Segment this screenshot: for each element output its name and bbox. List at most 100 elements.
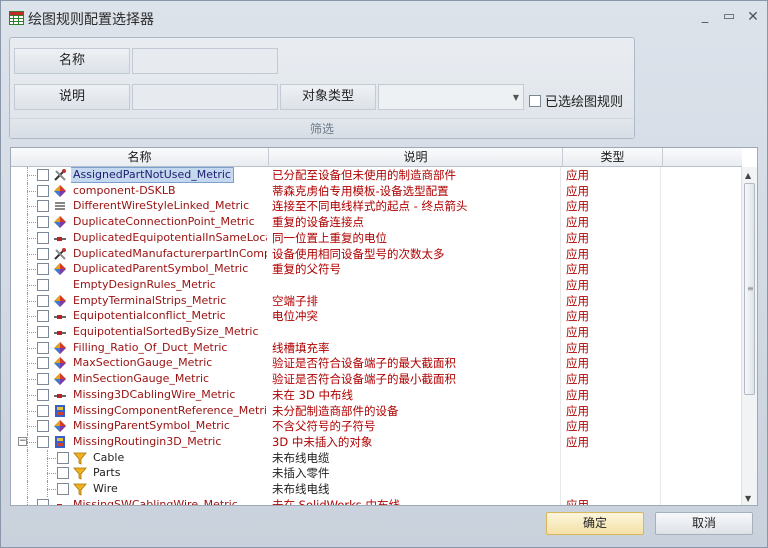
rule-description: 已分配至设备但未使用的制造商部件 xyxy=(269,167,561,183)
table-row[interactable]: MissingComponentReference_Metric 未分配制造商部件… xyxy=(11,402,742,419)
rule-description: 未分配制造商部件的设备 xyxy=(269,402,561,419)
rule-name: MinSectionGauge_Metric xyxy=(73,372,210,386)
close-button[interactable]: ✕ xyxy=(743,7,763,27)
collapse-icon[interactable]: − xyxy=(18,436,27,446)
rule-type: 应用 xyxy=(563,167,661,183)
table-row[interactable]: Filling_Ratio_Of_Duct_Metric 线槽填充率 应用 xyxy=(11,339,742,356)
selected-only-checkbox[interactable] xyxy=(529,94,541,107)
row-checkbox[interactable] xyxy=(37,404,49,417)
tree-child-row[interactable]: Wire 未布线电线 xyxy=(11,481,742,497)
rule-type: 应用 xyxy=(563,308,661,325)
row-checkbox[interactable] xyxy=(37,231,49,244)
table-row[interactable]: EmptyDesignRules_Metric 应用 xyxy=(11,276,742,293)
row-checkbox[interactable] xyxy=(57,467,69,480)
rule-name: Parts xyxy=(93,466,121,480)
row-checkbox[interactable] xyxy=(37,310,49,323)
table-row[interactable]: DuplicatedManufacturerpartInCompon...设备使… xyxy=(11,245,742,262)
column-header-name[interactable]: 名称 xyxy=(11,148,269,167)
row-checkbox[interactable] xyxy=(37,184,49,197)
rule-name: Missing3DCablingWire_Metric xyxy=(73,387,236,401)
row-checkbox[interactable] xyxy=(37,278,49,291)
grid-app-icon xyxy=(9,11,24,25)
table-row[interactable]: EquipotentialSortedBySize_Metric 应用 xyxy=(11,324,742,340)
cancel-button[interactable]: 取消 xyxy=(655,512,753,535)
funnel-icon xyxy=(73,466,87,480)
description-field[interactable] xyxy=(132,84,278,110)
table-row[interactable]: DuplicatedEquipotentialInSameLocatio...同… xyxy=(11,229,742,246)
ok-button[interactable]: 确定 xyxy=(546,512,644,535)
table-row[interactable]: AssignedPartNotUsed_Metric 已分配至设备但未使用的制造商… xyxy=(11,167,742,183)
rule-type xyxy=(563,449,661,466)
table-row[interactable]: component-DSKLB 蒂森克虏伯专用模板-设备选型配置 应用 xyxy=(11,182,742,199)
diamond-icon xyxy=(53,184,67,198)
row-checkbox[interactable] xyxy=(57,451,69,464)
row-checkbox[interactable] xyxy=(37,357,49,370)
row-checkbox[interactable] xyxy=(37,326,49,338)
rule-name: Cable xyxy=(93,450,125,464)
minimize-button[interactable]: _ xyxy=(695,7,715,27)
row-checkbox[interactable] xyxy=(37,435,49,448)
diamond-icon xyxy=(53,262,67,276)
rule-description: 重复的设备连接点 xyxy=(269,214,561,231)
row-checkbox[interactable] xyxy=(37,216,49,229)
object-type-dropdown[interactable]: ▼ xyxy=(378,84,524,110)
rule-type: 应用 xyxy=(563,402,661,419)
row-checkbox[interactable] xyxy=(37,373,49,386)
selected-only-toggle[interactable]: 已选绘图规则 xyxy=(529,91,623,110)
table-row[interactable]: DuplicateConnectionPoint_Metric 重复的设备连接点应… xyxy=(11,214,742,231)
wire-icon xyxy=(53,325,67,339)
column-header-description[interactable]: 说明 xyxy=(269,148,563,167)
rule-type: 应用 xyxy=(563,198,661,215)
name-field[interactable] xyxy=(132,48,278,74)
row-checkbox[interactable] xyxy=(37,388,49,401)
diamond-icon xyxy=(53,419,67,433)
scroll-up-icon[interactable]: ▲ xyxy=(745,171,751,180)
wire-icon xyxy=(53,498,67,505)
table-row[interactable]: MinSectionGauge_Metric 验证是否符合设备端子的最小截面积 应用 xyxy=(11,371,742,388)
vertical-scrollbar[interactable]: ▲ ≡ ▼ xyxy=(741,167,757,505)
rule-type: 应用 xyxy=(563,433,661,450)
column-header-type[interactable]: 类型 xyxy=(563,148,663,167)
wire-icon xyxy=(53,309,67,323)
tree-child-row[interactable]: Cable 未布线电缆 xyxy=(11,449,742,466)
rule-description: 未布线电线 xyxy=(269,481,561,497)
title-bar: 绘图规则配置选择器 _ ▭ ✕ xyxy=(1,1,767,35)
wire-icon xyxy=(53,231,67,245)
book-icon xyxy=(53,435,67,449)
row-checkbox[interactable] xyxy=(57,483,69,495)
rule-type: 应用 xyxy=(563,371,661,388)
filter-button[interactable]: 筛选 xyxy=(10,118,634,138)
table-row[interactable]: Equipotentialconflict_Metric 电位冲突 应用 xyxy=(11,308,742,325)
rule-description: 未在 3D 中布线 xyxy=(269,386,561,403)
table-row[interactable]: EmptyTerminalStrips_Metric 空端子排 应用 xyxy=(11,292,742,309)
table-row[interactable]: MissingSWCablingWire_Metric 未在 SolidWorks… xyxy=(11,496,742,505)
row-checkbox[interactable] xyxy=(37,294,49,307)
table-row[interactable]: − MissingRoutingin3D_Metric 3D 中未插入的对象 应用 xyxy=(11,433,742,450)
table-row[interactable]: DuplicatedParentSymbol_Metric 重复的父符号 应用 xyxy=(11,261,742,278)
diamond-icon xyxy=(53,372,67,386)
maximize-button[interactable]: ▭ xyxy=(719,7,739,27)
scroll-down-icon[interactable]: ▼ xyxy=(745,494,751,503)
rule-name: MissingParentSymbol_Metric xyxy=(73,419,230,433)
table-row[interactable]: Missing3DCablingWire_Metric 未在 3D 中布线 应用 xyxy=(11,386,742,403)
rule-name: DuplicateConnectionPoint_Metric xyxy=(73,215,255,229)
rule-type: 应用 xyxy=(563,276,661,293)
rule-type: 应用 xyxy=(563,182,661,199)
row-checkbox[interactable] xyxy=(37,420,49,433)
tree-child-row[interactable]: Parts 未插入零件 xyxy=(11,465,742,482)
table-row[interactable]: MaxSectionGauge_Metric 验证是否符合设备端子的最大截面积 应用 xyxy=(11,355,742,372)
table-row[interactable]: MissingParentSymbol_Metric 不含父符号的子符号 应用 xyxy=(11,418,742,435)
row-checkbox[interactable] xyxy=(37,247,49,260)
object-type-label: 对象类型 xyxy=(280,84,376,110)
row-checkbox[interactable] xyxy=(37,200,49,213)
table-row[interactable]: DifferentWireStyleLinked_Metric 连接至不同电线样式… xyxy=(11,198,742,215)
row-checkbox[interactable] xyxy=(37,498,49,505)
row-checkbox[interactable] xyxy=(37,341,49,354)
rule-description: 验证是否符合设备端子的最小截面积 xyxy=(269,371,561,388)
scroll-thumb[interactable]: ≡ xyxy=(744,183,755,395)
row-checkbox[interactable] xyxy=(37,263,49,276)
tools-icon xyxy=(53,247,67,261)
row-checkbox[interactable] xyxy=(37,169,49,181)
rule-type: 应用 xyxy=(563,418,661,435)
book-icon xyxy=(53,404,67,418)
